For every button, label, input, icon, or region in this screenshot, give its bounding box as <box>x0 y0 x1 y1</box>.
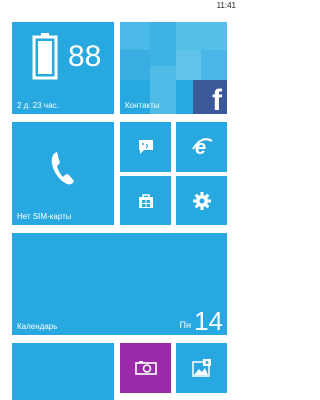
internet-explorer-tile[interactable]: e <box>176 122 227 172</box>
clock-time: 11:41 <box>216 1 236 10</box>
calendar-label: Календарь <box>17 322 58 331</box>
facebook-badge: f <box>193 80 227 114</box>
calendar-weekday: Пн <box>179 320 191 330</box>
messaging-icon <box>138 140 153 154</box>
calendar-day: 14 <box>194 306 223 335</box>
phone-icon <box>51 152 74 185</box>
contacts-label: Контакты <box>125 101 160 110</box>
facebook-icon: f <box>212 84 222 115</box>
settings-tile[interactable] <box>176 176 227 225</box>
battery-remaining: 2 д. 23 час. <box>17 101 59 110</box>
photos-tile[interactable] <box>176 343 227 393</box>
gear-icon <box>192 191 211 210</box>
battery-icon <box>32 33 58 80</box>
camera-tile[interactable] <box>120 343 171 393</box>
photos-icon <box>191 359 211 377</box>
camera-icon <box>134 361 157 375</box>
phone-tile[interactable]: Нет SIM-карты <box>12 122 114 225</box>
bottom-left-tile[interactable] <box>12 343 114 400</box>
store-tile[interactable] <box>120 176 171 225</box>
phone-label: Нет SIM-карты <box>17 212 72 221</box>
status-bar: 11:41 <box>0 0 240 16</box>
store-icon <box>138 193 153 208</box>
battery-percent: 88 <box>68 40 102 73</box>
contacts-tile[interactable]: f Контакты <box>120 22 227 114</box>
battery-tile[interactable]: 88 2 д. 23 час. <box>12 22 114 114</box>
internet-explorer-icon: e <box>191 137 213 157</box>
calendar-tile[interactable]: Календарь Пн 14 <box>12 233 227 335</box>
messaging-tile[interactable] <box>120 122 171 172</box>
